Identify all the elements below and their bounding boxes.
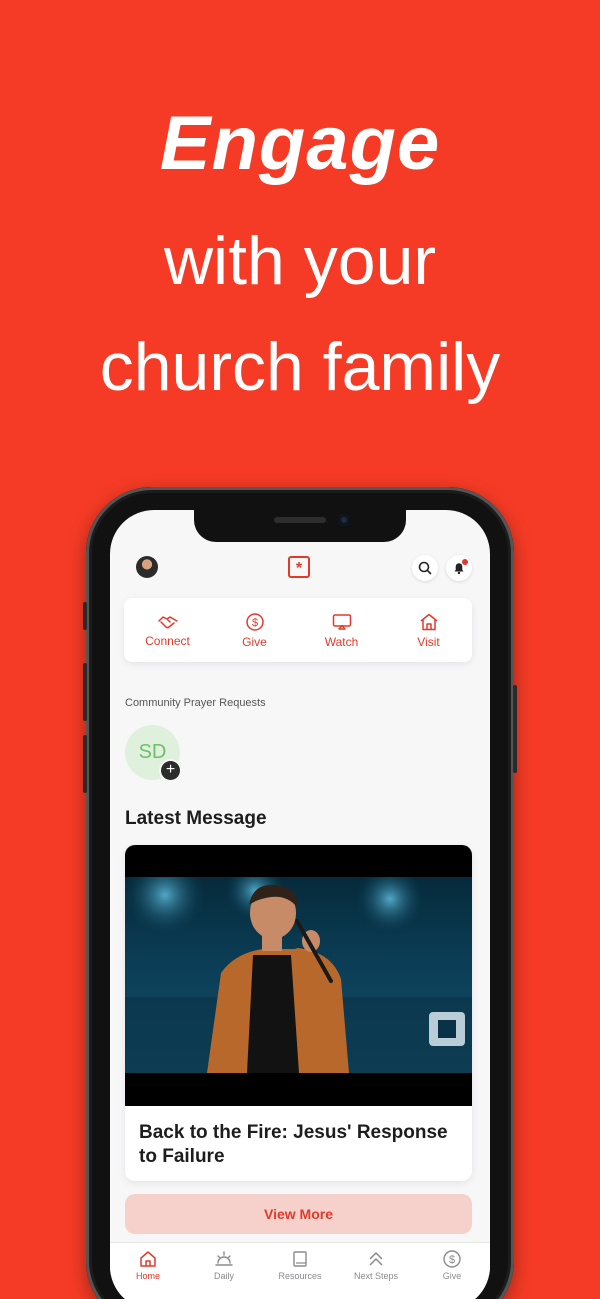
tab-give[interactable]: $ Give — [414, 1249, 490, 1281]
quick-action-connect[interactable]: Connect — [128, 613, 208, 648]
front-camera — [338, 514, 350, 526]
quick-action-visit[interactable]: Visit — [389, 612, 469, 649]
mute-switch — [83, 602, 87, 630]
app-header: * — [110, 555, 490, 581]
hero-subtitle-line2: church family — [99, 329, 501, 405]
tab-resources[interactable]: Resources — [262, 1249, 338, 1281]
power-button — [513, 685, 517, 773]
hero-subtitle-line1: with your — [163, 223, 437, 299]
quick-action-label: Give — [242, 634, 267, 649]
sunrise-icon — [215, 1251, 233, 1266]
tab-home[interactable]: Home — [110, 1249, 186, 1281]
dollar-circle-icon: $ — [443, 1250, 461, 1268]
avatar[interactable] — [136, 556, 158, 578]
bell-icon — [454, 563, 464, 575]
message-title: Back to the Fire: Jesus' Response to Fai… — [139, 1122, 448, 1167]
notification-dot — [462, 559, 468, 565]
tab-label: Home — [135, 1271, 160, 1281]
quick-action-label: Visit — [417, 634, 440, 649]
book-icon — [293, 1251, 307, 1267]
tab-next-steps[interactable]: Next Steps — [338, 1249, 414, 1281]
speaker-photo — [125, 877, 472, 1073]
latest-message-heading: Latest Message — [125, 808, 267, 829]
dollar-circle-icon: $ — [245, 612, 264, 631]
notifications-button[interactable] — [446, 555, 472, 581]
quick-action-give[interactable]: $ Give — [215, 612, 295, 649]
tab-label: Resources — [278, 1271, 322, 1281]
speaker — [274, 517, 326, 523]
tab-daily[interactable]: Daily — [186, 1249, 262, 1281]
prayer-section-label: Community Prayer Requests — [125, 697, 266, 709]
volume-up-button — [83, 663, 87, 721]
tab-label: Give — [442, 1271, 462, 1281]
search-button[interactable] — [412, 555, 438, 581]
svg-text:$: $ — [251, 617, 257, 629]
house-icon — [420, 613, 437, 630]
volume-down-button — [83, 735, 87, 793]
home-icon — [140, 1251, 156, 1267]
quick-action-label: Watch — [324, 634, 359, 649]
view-more-button[interactable]: View More — [125, 1194, 472, 1234]
svg-text:$: $ — [449, 1254, 455, 1266]
logo-icon: * — [288, 556, 310, 578]
handshake-icon — [157, 615, 178, 628]
phone-frame: * Connect $ Give Watch Visit Community P… — [83, 487, 517, 1299]
latest-message-card[interactable]: Back to the Fire: Jesus' Response to Fai… — [125, 845, 472, 1181]
tab-label: Next Steps — [353, 1271, 399, 1281]
stage-photo — [125, 877, 472, 1073]
quick-action-watch[interactable]: Watch — [302, 612, 382, 649]
phone-screen: * Connect $ Give Watch Visit Community P… — [110, 510, 490, 1299]
message-thumbnail — [125, 845, 472, 1106]
search-icon — [418, 561, 432, 575]
tv-icon — [332, 613, 351, 630]
notch — [194, 510, 406, 542]
tab-label: Daily — [213, 1271, 234, 1281]
quick-action-label: Connect — [145, 633, 190, 648]
chevrons-up-icon — [369, 1252, 383, 1266]
quick-actions-card: Connect $ Give Watch Visit — [124, 598, 472, 662]
hero-title-engage: Engage — [159, 101, 441, 186]
bottom-tab-bar: Home Daily Resources Next Steps $ Give — [110, 1242, 490, 1299]
add-prayer-button[interactable]: + — [161, 761, 180, 780]
